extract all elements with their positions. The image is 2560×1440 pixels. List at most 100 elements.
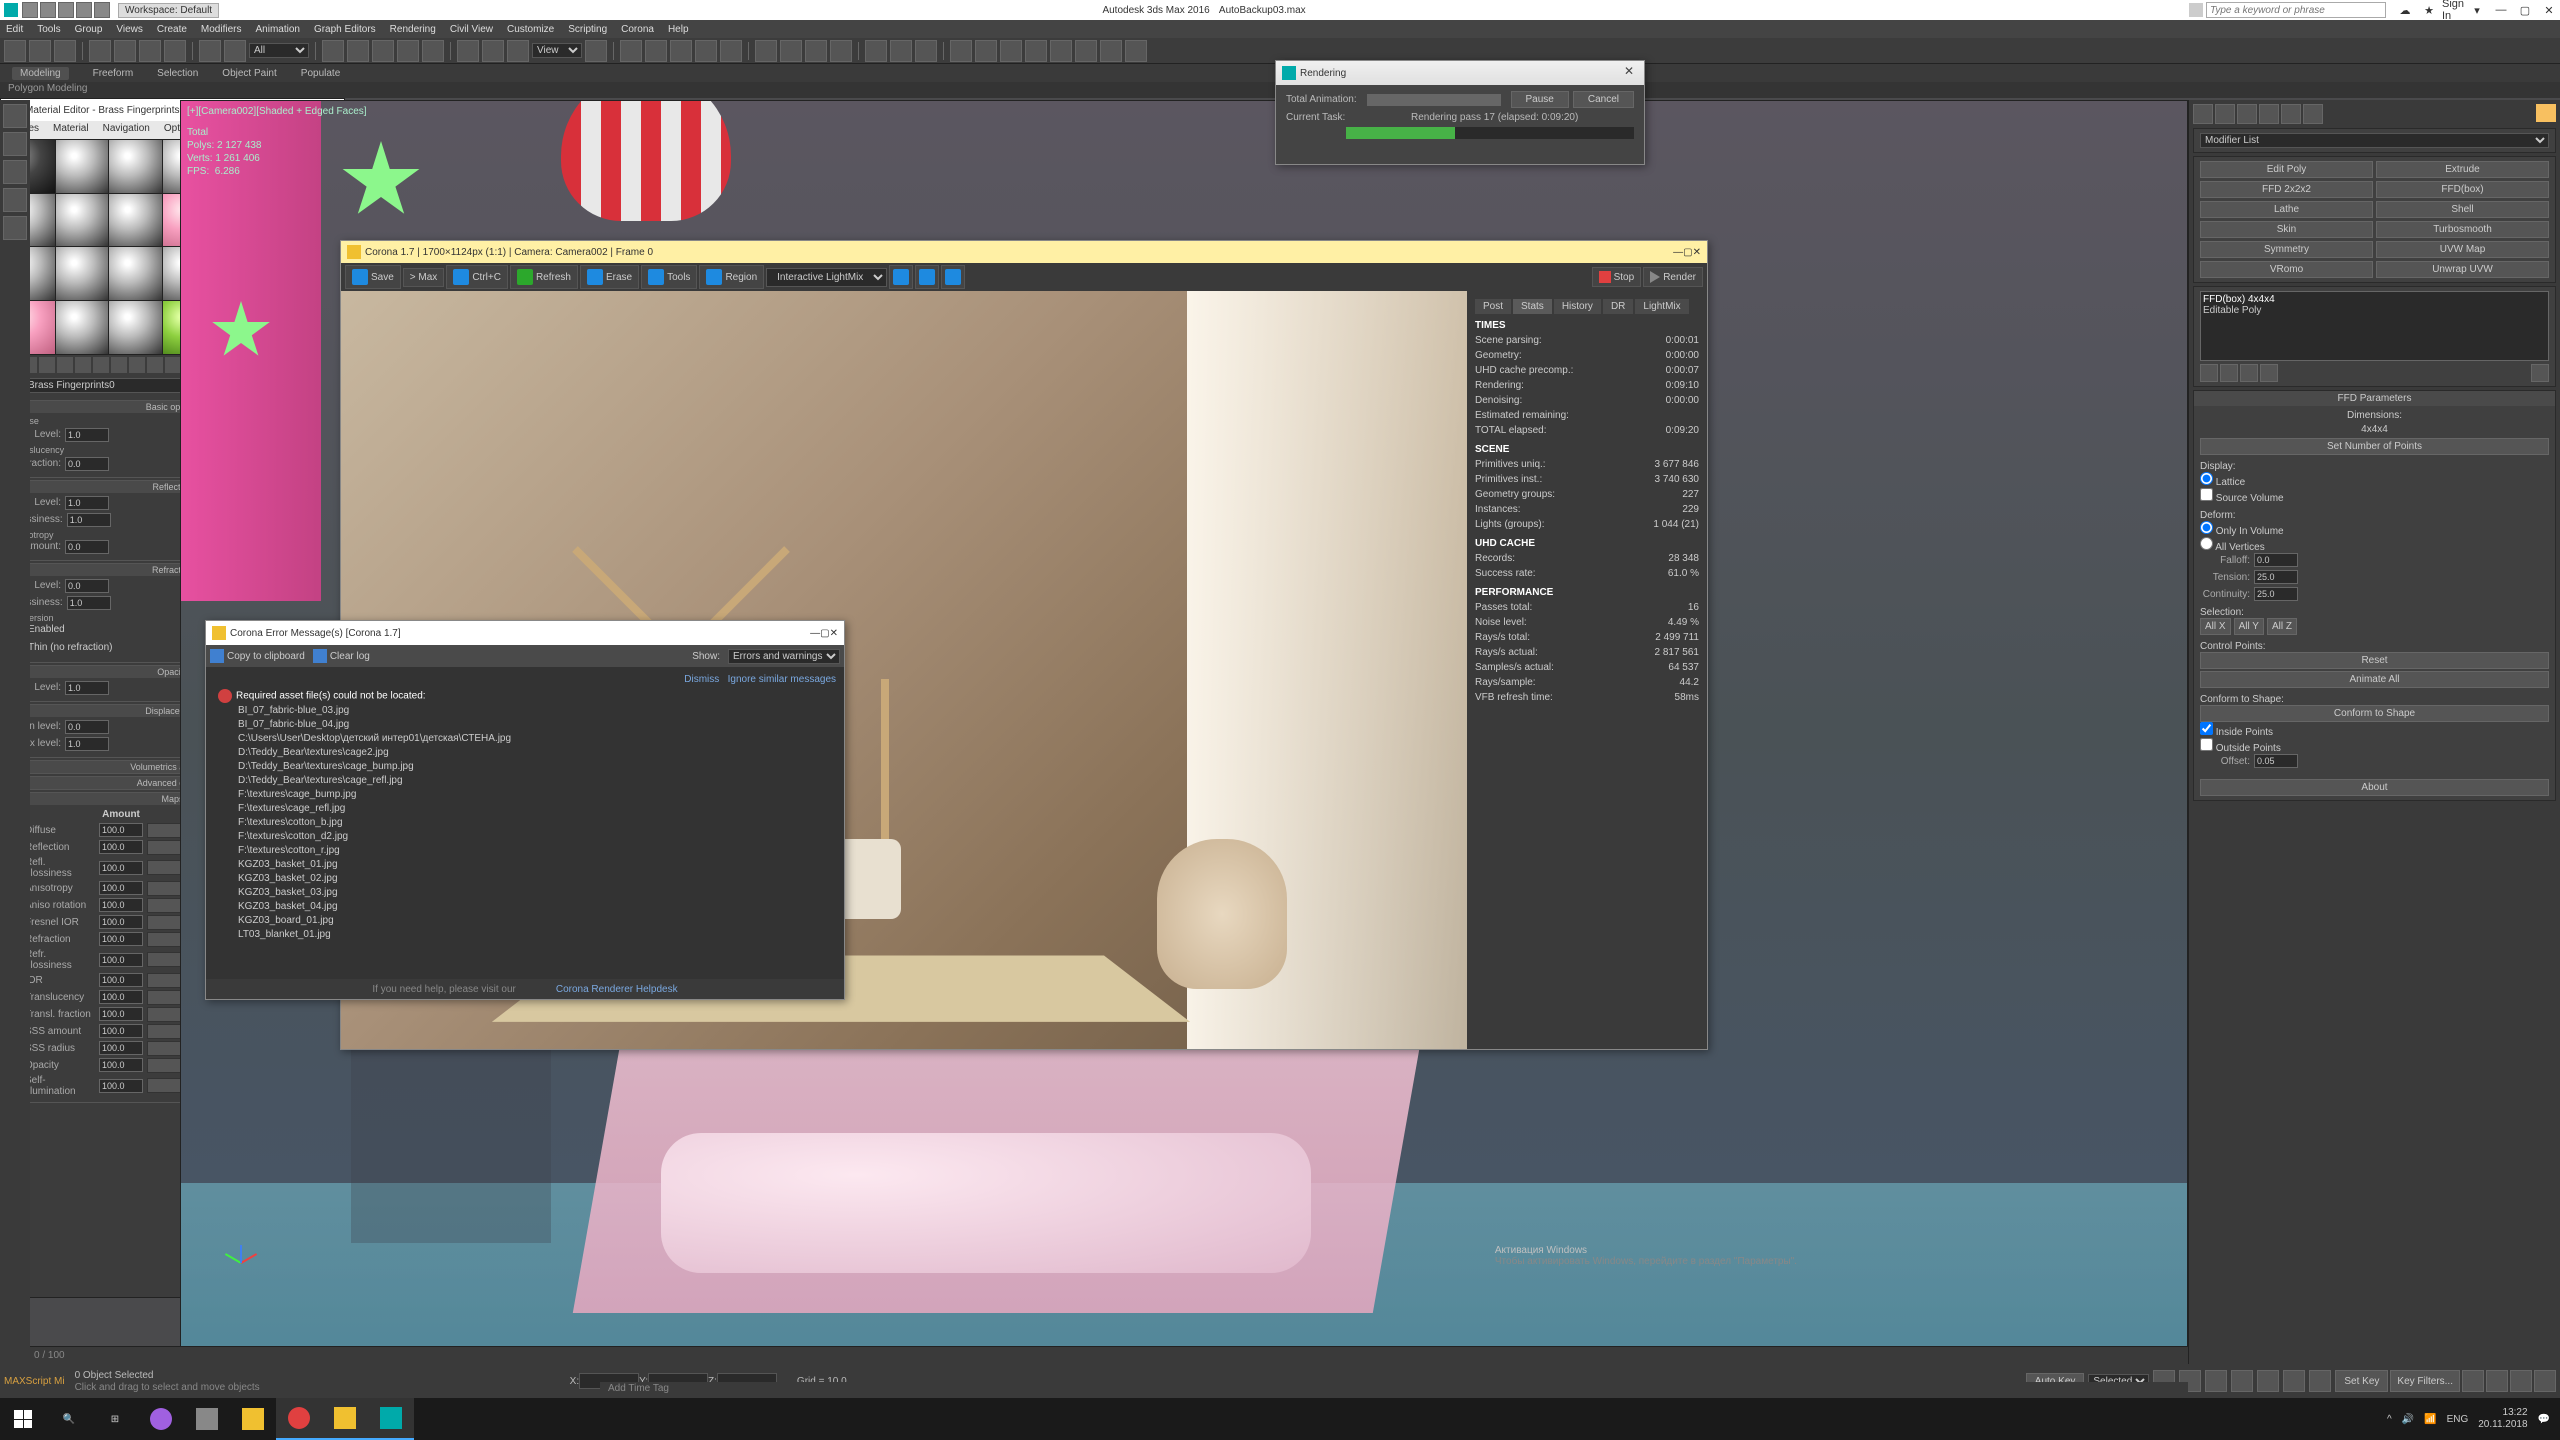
erase-button[interactable]: Erase [580, 265, 639, 289]
tab-history[interactable]: History [1554, 299, 1601, 314]
stack-btn[interactable] [2220, 364, 2238, 382]
close-icon[interactable]: ✕ [830, 628, 838, 639]
copy-clipboard-button[interactable]: Copy to clipboard [210, 649, 305, 663]
tab-modify-icon[interactable] [2215, 104, 2235, 124]
mod-btn[interactable]: Lathe [2200, 201, 2373, 218]
animate-all-button[interactable]: Animate All [2200, 671, 2549, 688]
toolbar-button[interactable] [830, 40, 852, 62]
ally-button[interactable]: All Y [2234, 618, 2264, 635]
ribbon-selection[interactable]: Selection [157, 68, 198, 79]
pause-button[interactable]: Pause [1511, 91, 1569, 108]
toolbar-button[interactable] [1075, 40, 1097, 62]
nav-icon[interactable] [2462, 1370, 2484, 1392]
menu-edit[interactable]: Edit [6, 24, 23, 35]
ribbon-modeling[interactable]: Modeling [12, 67, 69, 80]
notifications-icon[interactable]: 💬 [2538, 1414, 2550, 1425]
tension-spinner[interactable] [2254, 570, 2298, 584]
menu-help[interactable]: Help [668, 24, 689, 35]
toolbar-button[interactable] [507, 40, 529, 62]
tray-icon[interactable]: 📶 [2424, 1414, 2436, 1425]
toolbar-button[interactable] [755, 40, 777, 62]
task-view-icon[interactable]: ⊞ [92, 1398, 138, 1440]
minimize-icon[interactable]: — [810, 628, 820, 639]
about-button[interactable]: About [2200, 779, 2549, 796]
menu-tools[interactable]: Tools [37, 24, 60, 35]
mod-btn[interactable]: Turbosmooth [2376, 221, 2549, 238]
taskbar-app[interactable] [276, 1398, 322, 1440]
toolbar-button[interactable] [397, 40, 419, 62]
stack-btn[interactable] [2200, 364, 2218, 382]
maximize-icon[interactable]: ▢ [2518, 3, 2532, 17]
nav-icon[interactable] [2283, 1370, 2305, 1392]
mod-btn[interactable]: Edit Poly [2200, 161, 2373, 178]
outside-check[interactable] [2200, 738, 2213, 751]
menu-animation[interactable]: Animation [255, 24, 299, 35]
toolbar-button[interactable] [4, 40, 26, 62]
ribbon-populate[interactable]: Populate [301, 68, 340, 79]
helpdesk-link[interactable]: Corona Renderer Helpdesk [556, 984, 678, 995]
ribbon-object-paint[interactable]: Object Paint [222, 68, 276, 79]
minimize-icon[interactable]: — [1673, 247, 1683, 258]
toolbar-button[interactable] [482, 40, 504, 62]
tab-hierarchy-icon[interactable] [2237, 104, 2257, 124]
conform-button[interactable]: Conform to Shape [2200, 705, 2549, 722]
toolbar-button[interactable] [975, 40, 997, 62]
zoom-out-icon[interactable] [941, 265, 965, 289]
tab-lightmix[interactable]: LightMix [1635, 299, 1688, 314]
object-color-swatch[interactable] [2536, 104, 2556, 122]
toolbar-button[interactable] [695, 40, 717, 62]
toolbar-button[interactable] [372, 40, 394, 62]
toolbar-button[interactable] [422, 40, 444, 62]
toolbar-button[interactable] [224, 40, 246, 62]
menu-group[interactable]: Group [75, 24, 103, 35]
search-icon[interactable]: 🔍 [46, 1398, 92, 1440]
toolbar-button[interactable] [139, 40, 161, 62]
toolbar-button[interactable] [114, 40, 136, 62]
tray-icon[interactable]: 🔊 [2402, 1414, 2414, 1425]
minimize-icon[interactable]: — [2494, 3, 2508, 17]
menu-create[interactable]: Create [157, 24, 187, 35]
toolbar-button[interactable] [1025, 40, 1047, 62]
toolbar-button[interactable] [29, 40, 51, 62]
taskbar-app[interactable] [138, 1398, 184, 1440]
lightmix-dropdown[interactable]: Interactive LightMix [766, 268, 887, 287]
qat-undo-icon[interactable] [76, 2, 92, 18]
toolbar-button[interactable] [620, 40, 642, 62]
inside-check[interactable] [2200, 722, 2213, 735]
copy-button[interactable]: Ctrl+C [446, 265, 508, 289]
taskbar-app-3dsmax[interactable] [368, 1398, 414, 1440]
help-icon[interactable]: ▾ [2470, 3, 2484, 17]
tools-button[interactable]: Tools [641, 265, 697, 289]
toolbar-button[interactable] [780, 40, 802, 62]
maximize-icon[interactable]: ▢ [1683, 247, 1692, 258]
start-button[interactable] [0, 1398, 46, 1440]
mod-btn[interactable]: UVW Map [2376, 241, 2549, 258]
menu-views[interactable]: Views [116, 24, 143, 35]
modifier-list-dropdown[interactable]: Modifier List [2200, 133, 2549, 148]
mod-btn[interactable]: Symmetry [2200, 241, 2373, 258]
mod-btn[interactable]: FFD(box) [2376, 181, 2549, 198]
nav-icon[interactable] [2231, 1370, 2253, 1392]
close-icon[interactable]: ✕ [1620, 64, 1638, 82]
toolbar-button[interactable] [950, 40, 972, 62]
rollout-header[interactable]: FFD Parameters [2194, 391, 2555, 406]
qat-redo-icon[interactable] [94, 2, 110, 18]
tab-utilities-icon[interactable] [2303, 104, 2323, 124]
taskbar-app[interactable] [322, 1398, 368, 1440]
error-list[interactable]: Dismiss Ignore similar messages Required… [206, 667, 844, 979]
mod-btn[interactable]: Extrude [2376, 161, 2549, 178]
qat-new-icon[interactable] [22, 2, 38, 18]
qat-open-icon[interactable] [40, 2, 56, 18]
mod-btn[interactable]: FFD 2x2x2 [2200, 181, 2373, 198]
mod-btn[interactable]: Skin [2200, 221, 2373, 238]
toolbar-button[interactable] [585, 40, 607, 62]
toolbar-button[interactable] [457, 40, 479, 62]
set-key-button[interactable]: Set Key [2335, 1370, 2388, 1392]
key-filters-button[interactable]: Key Filters... [2390, 1370, 2460, 1392]
nav-icon[interactable] [2309, 1370, 2331, 1392]
coord-system-dropdown[interactable]: View [532, 43, 582, 58]
toolbar-button[interactable] [805, 40, 827, 62]
system-clock[interactable]: 13:2220.11.2018 [2478, 1407, 2527, 1431]
tray-chevron-icon[interactable]: ^ [2387, 1414, 2392, 1425]
tab-post[interactable]: Post [1475, 299, 1511, 314]
